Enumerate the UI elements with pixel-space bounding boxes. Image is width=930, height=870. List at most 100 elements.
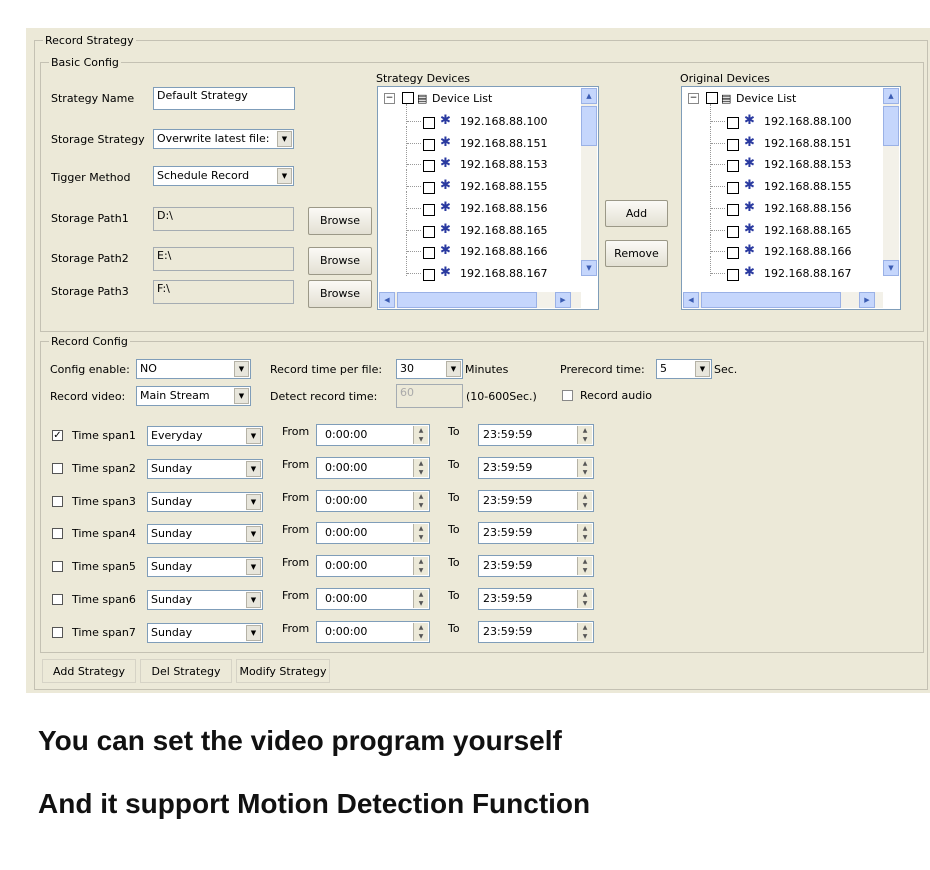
scroll-left-icon[interactable]: ◀ — [379, 292, 395, 308]
time-span-checkbox[interactable] — [52, 594, 63, 605]
time-span-day-select[interactable]: Sunday ▼ — [147, 590, 263, 610]
storage-path2-input[interactable]: E:\ — [153, 247, 294, 271]
config-enable-select[interactable]: NO ▼ — [136, 359, 251, 379]
from-time-spinner[interactable]: 0:00:00 ▲ ▼ — [316, 555, 430, 578]
time-span-checkbox[interactable] — [52, 528, 63, 540]
time-span-checkbox[interactable] — [52, 462, 63, 474]
scroll-thumb[interactable] — [397, 292, 537, 308]
checkbox-icon[interactable] — [727, 138, 739, 151]
checkbox-icon[interactable] — [423, 117, 435, 129]
scroll-thumb[interactable] — [581, 106, 597, 146]
time-span-checkbox[interactable] — [52, 561, 63, 573]
vertical-scrollbar[interactable]: ▲ ▼ — [581, 88, 597, 276]
to-time-spinner[interactable]: 23:59:59 ▲ ▼ — [478, 522, 594, 545]
time-span-day-select[interactable]: Sunday ▼ — [147, 622, 263, 643]
spinner-arrows-icon[interactable]: ▲ ▼ — [577, 622, 592, 641]
record-time-select[interactable]: 30 ▼ — [396, 359, 463, 379]
del-strategy-button[interactable]: Del Strategy — [140, 659, 232, 683]
time-span-checkbox[interactable] — [52, 495, 63, 507]
strategy-devices-tree[interactable]: − ▤ Device List ▲ ▼ ◀ ▶ ✱ 192.168.88.100 ✱… — [377, 86, 599, 310]
checkbox-icon[interactable] — [423, 182, 435, 195]
checkbox-icon[interactable] — [727, 268, 739, 281]
time-span-day-select[interactable]: Sunday ▼ — [147, 458, 263, 479]
spinner-arrows-icon[interactable]: ▲ ▼ — [413, 590, 428, 608]
record-video-select[interactable]: Main Stream ▼ — [136, 386, 251, 406]
detect-time-input[interactable]: 60 — [396, 384, 463, 408]
add-strategy-button[interactable]: Add Strategy — [42, 659, 136, 683]
scroll-right-icon[interactable]: ▶ — [555, 292, 571, 308]
spinner-arrows-icon[interactable]: ▲ ▼ — [413, 491, 428, 510]
chevron-down-icon[interactable]: ▼ — [246, 526, 261, 543]
spinner-arrows-icon[interactable]: ▲ ▼ — [413, 458, 428, 477]
storage-strategy-select[interactable]: Overwrite latest file: ▼ — [153, 129, 294, 149]
time-span-checkbox[interactable] — [52, 626, 63, 638]
browse-path2-button[interactable]: Browse — [308, 247, 372, 275]
scroll-up-icon[interactable]: ▲ — [883, 88, 899, 104]
from-time-spinner[interactable]: 0:00:00 ▲ ▼ — [316, 489, 430, 512]
checkbox-icon[interactable] — [706, 92, 718, 104]
collapse-icon[interactable]: − — [384, 93, 395, 104]
storage-path1-input[interactable]: D:\ — [153, 207, 294, 231]
checkbox-icon[interactable] — [423, 225, 435, 238]
checkbox-icon[interactable] — [423, 138, 435, 151]
chevron-down-icon[interactable]: ▼ — [234, 361, 249, 377]
checkbox-icon[interactable] — [423, 160, 435, 173]
storage-path3-input[interactable]: F:\ — [153, 280, 294, 304]
add-device-button[interactable]: Add — [605, 200, 668, 227]
spinner-arrows-icon[interactable]: ▲ ▼ — [413, 524, 428, 543]
checkbox-icon[interactable] — [423, 247, 435, 260]
chevron-down-icon[interactable]: ▼ — [246, 624, 261, 641]
spinner-arrows-icon[interactable]: ▲ ▼ — [577, 491, 592, 510]
checkbox-icon[interactable] — [423, 268, 435, 281]
chevron-down-icon[interactable]: ▼ — [246, 493, 261, 510]
remove-device-button[interactable]: Remove — [605, 240, 668, 267]
spinner-arrows-icon[interactable]: ▲ ▼ — [413, 426, 428, 444]
scroll-thumb[interactable] — [883, 106, 899, 146]
horizontal-scrollbar[interactable]: ◀ ▶ — [379, 292, 581, 308]
time-span-day-select[interactable]: Everyday ▼ — [147, 426, 263, 446]
chevron-down-icon[interactable]: ▼ — [246, 428, 261, 444]
checkbox-icon[interactable] — [727, 117, 739, 129]
chevron-down-icon[interactable]: ▼ — [446, 361, 461, 377]
spinner-arrows-icon[interactable]: ▲ ▼ — [577, 590, 592, 608]
from-time-spinner[interactable]: 0:00:00 ▲ ▼ — [316, 522, 430, 545]
checkbox-icon[interactable] — [402, 92, 414, 104]
to-time-spinner[interactable]: 23:59:59 ▲ ▼ — [478, 456, 594, 479]
checkbox-icon[interactable] — [727, 225, 739, 238]
browse-path3-button[interactable]: Browse — [308, 280, 372, 308]
scroll-thumb[interactable] — [701, 292, 841, 308]
spinner-arrows-icon[interactable]: ▲ ▼ — [413, 622, 428, 641]
browse-path1-button[interactable]: Browse — [308, 207, 372, 235]
spinner-arrows-icon[interactable]: ▲ ▼ — [577, 426, 592, 444]
time-span-checkbox[interactable]: ✓ — [52, 430, 63, 441]
prerecord-select[interactable]: 5 ▼ — [656, 359, 712, 379]
strategy-name-input[interactable]: Default Strategy — [153, 87, 295, 110]
scroll-right-icon[interactable]: ▶ — [859, 292, 875, 308]
scroll-left-icon[interactable]: ◀ — [683, 292, 699, 308]
chevron-down-icon[interactable]: ▼ — [246, 460, 261, 477]
scroll-down-icon[interactable]: ▼ — [883, 260, 899, 276]
chevron-down-icon[interactable]: ▼ — [234, 388, 249, 404]
to-time-spinner[interactable]: 23:59:59 ▲ ▼ — [478, 555, 594, 578]
chevron-down-icon[interactable]: ▼ — [277, 168, 292, 184]
from-time-spinner[interactable]: 0:00:00 ▲ ▼ — [316, 456, 430, 479]
time-span-day-select[interactable]: Sunday ▼ — [147, 557, 263, 578]
scroll-down-icon[interactable]: ▼ — [581, 260, 597, 276]
modify-strategy-button[interactable]: Modify Strategy — [236, 659, 330, 683]
to-time-spinner[interactable]: 23:59:59 ▲ ▼ — [478, 489, 594, 512]
checkbox-icon[interactable] — [727, 247, 739, 260]
spinner-arrows-icon[interactable]: ▲ ▼ — [577, 458, 592, 477]
from-time-spinner[interactable]: 0:00:00 ▲ ▼ — [316, 424, 430, 446]
checkbox-icon[interactable] — [727, 182, 739, 195]
chevron-down-icon[interactable]: ▼ — [246, 592, 261, 608]
record-audio-checkbox[interactable] — [562, 390, 573, 401]
vertical-scrollbar[interactable]: ▲ ▼ — [883, 88, 899, 276]
scroll-up-icon[interactable]: ▲ — [581, 88, 597, 104]
checkbox-icon[interactable] — [727, 160, 739, 173]
chevron-down-icon[interactable]: ▼ — [695, 361, 710, 377]
to-time-spinner[interactable]: 23:59:59 ▲ ▼ — [478, 620, 594, 643]
chevron-down-icon[interactable]: ▼ — [246, 559, 261, 576]
horizontal-scrollbar[interactable]: ◀ ▶ — [683, 292, 883, 308]
spinner-arrows-icon[interactable]: ▲ ▼ — [577, 557, 592, 576]
time-span-day-select[interactable]: Sunday ▼ — [147, 491, 263, 512]
